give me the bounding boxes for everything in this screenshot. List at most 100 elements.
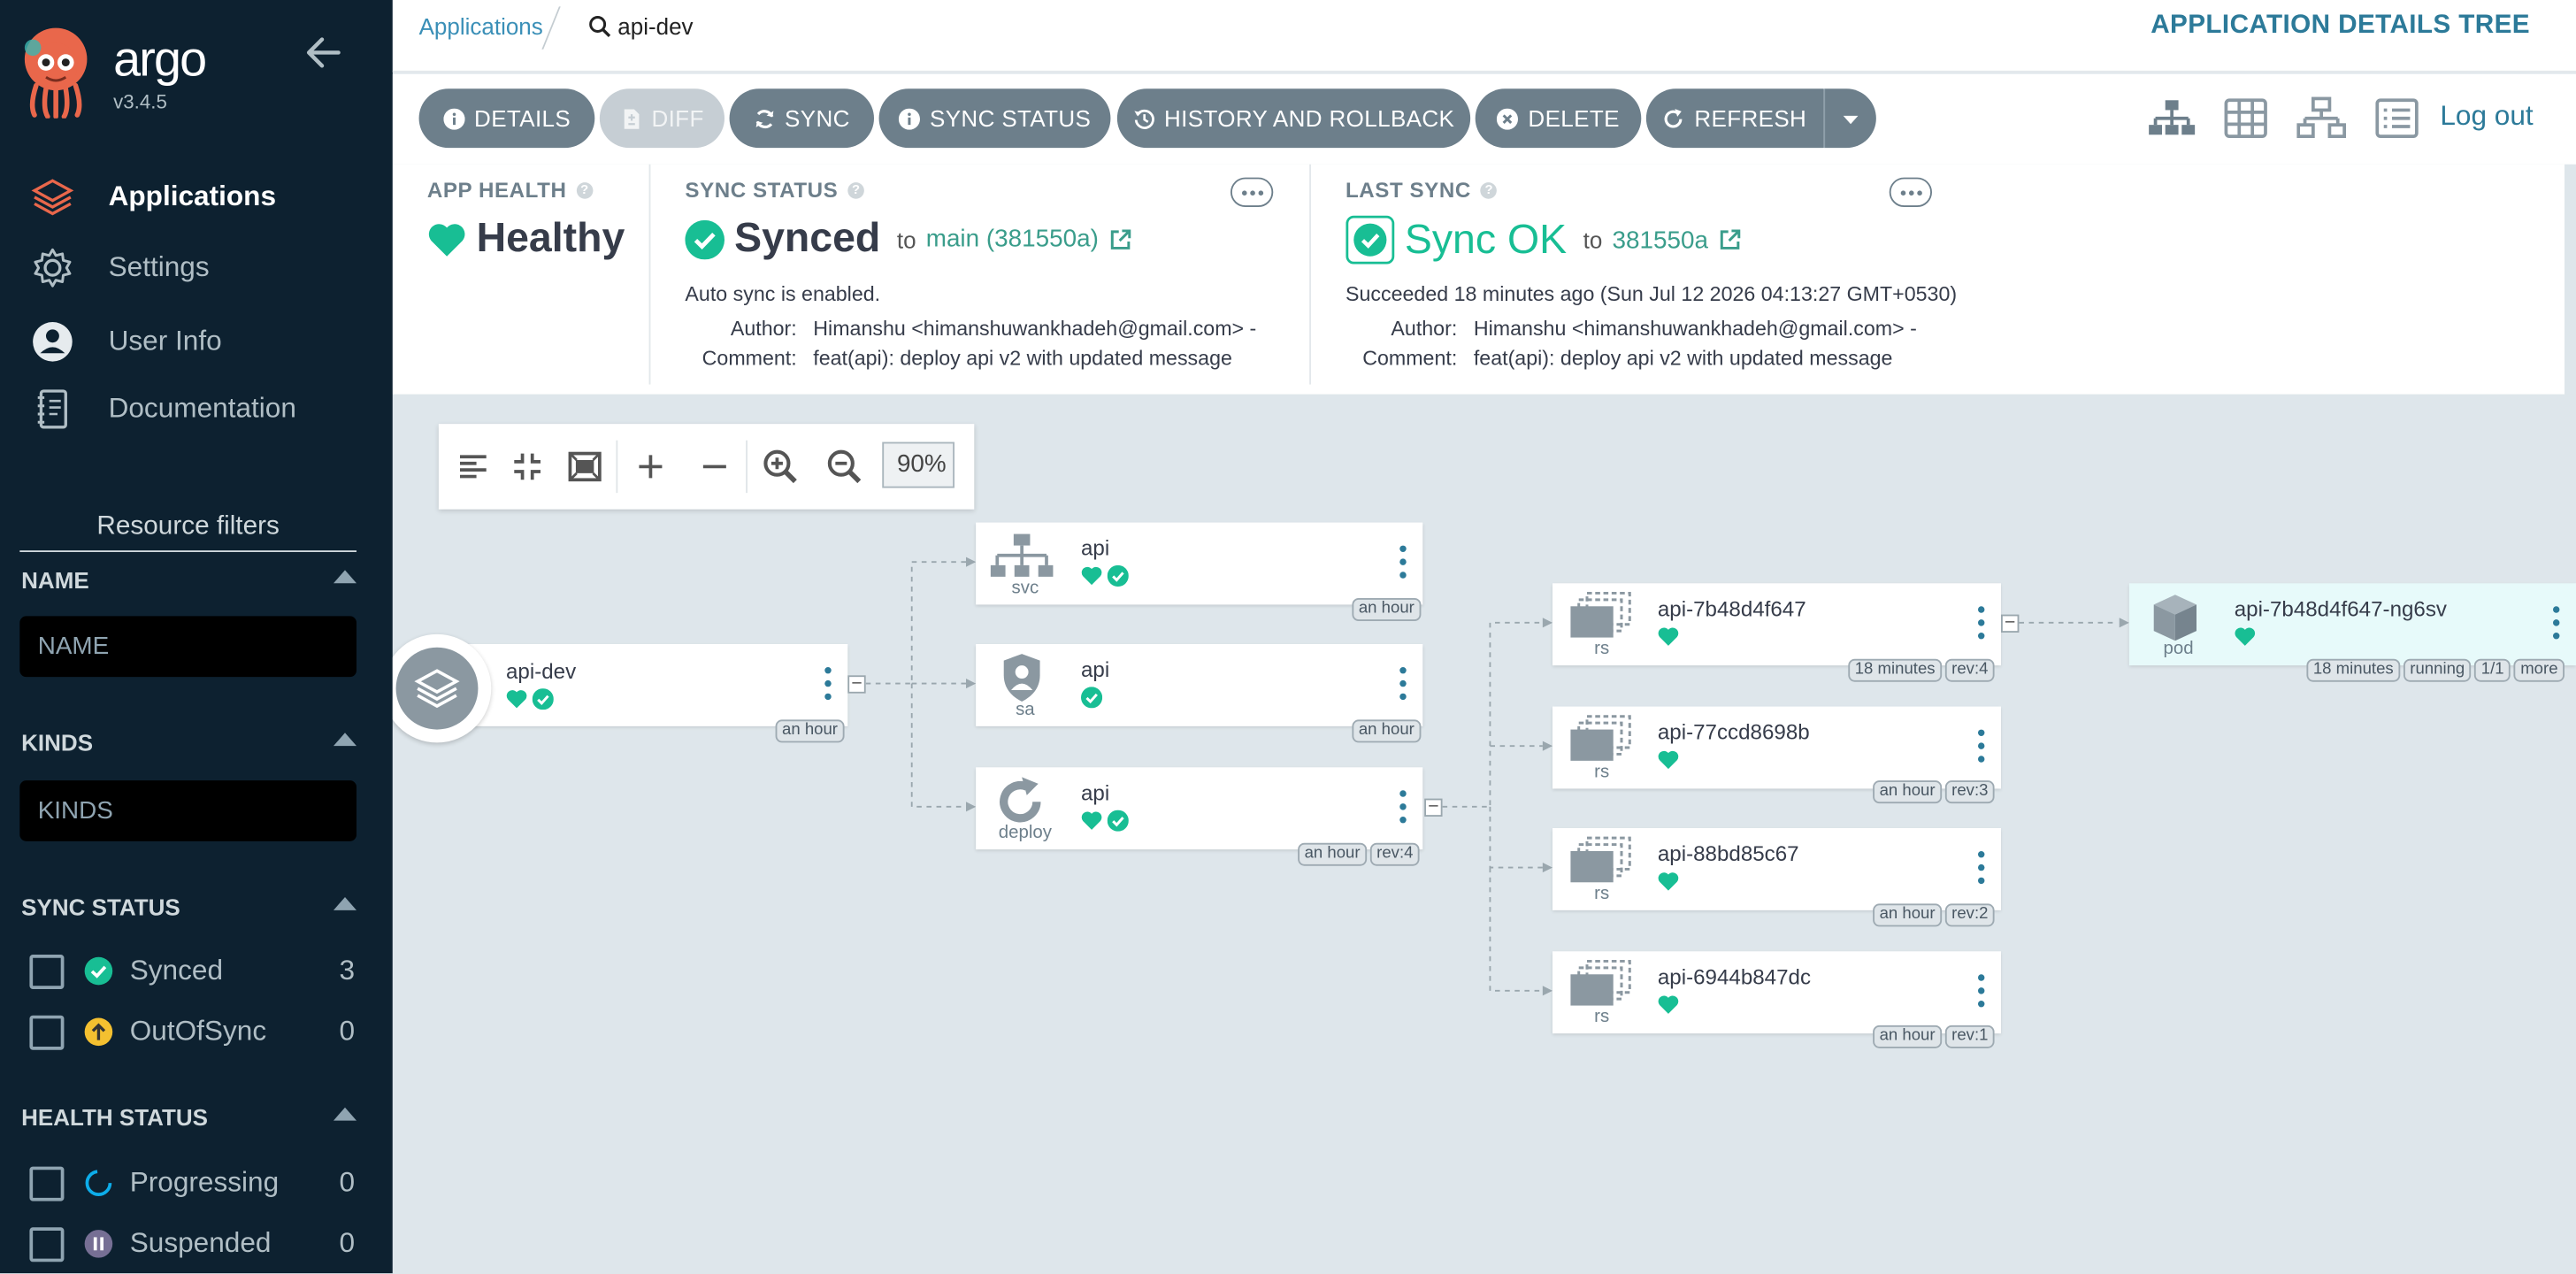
tree-view-icon[interactable] <box>2147 96 2196 142</box>
rs-node[interactable]: rs api-77ccd8698b <box>1552 706 2002 789</box>
delete-button[interactable]: DELETE <box>1475 88 1642 149</box>
breadcrumb-current[interactable]: api-dev <box>588 13 694 40</box>
svc-node[interactable]: svc api <box>976 522 1423 605</box>
rs-node-tags: an hour rev:1 <box>1873 1025 1995 1048</box>
synced-count: 3 <box>339 955 356 986</box>
filter-synced[interactable]: Synced 3 <box>29 951 355 991</box>
zoom-level-field[interactable]: 90% <box>882 441 955 488</box>
history-rollback-button[interactable]: HISTORY AND ROLLBACK <box>1116 88 1471 149</box>
name-filter-header[interactable]: NAME <box>21 567 360 596</box>
sync-revision-link[interactable]: main (381550a) <box>926 225 1099 253</box>
progressing-label: Progressing <box>129 1166 280 1198</box>
svc-node-menu-button[interactable] <box>1399 545 1407 579</box>
rs-node-menu-button[interactable] <box>1978 974 1985 1008</box>
rs-node[interactable]: rs api-7b48d4f647 <box>1552 583 2002 666</box>
kinds-filter-input[interactable] <box>19 780 357 841</box>
rs-node-status <box>1658 871 1679 892</box>
pod-node-name: api-7b48d4f647-ng6sv <box>2234 596 2448 622</box>
collapse-sidebar-arrow-icon[interactable] <box>305 36 341 69</box>
refresh-button[interactable]: REFRESH <box>1645 88 1824 149</box>
collapse-toggle[interactable]: – <box>2001 614 2020 633</box>
rs-node[interactable]: rs api-6944b847dc <box>1552 951 2002 1034</box>
filter-suspended[interactable]: Suspended 0 <box>29 1224 355 1264</box>
nav-documentation[interactable]: Documentation <box>29 385 374 434</box>
health-status-filter-header[interactable]: HEALTH STATUS <box>21 1104 360 1133</box>
rs-node-menu-button[interactable] <box>1978 606 1985 640</box>
logout-link[interactable]: Log out <box>2440 100 2533 133</box>
last-sync-more-button[interactable] <box>1889 177 1933 208</box>
auto-sync-note: Auto sync is enabled. <box>685 282 881 306</box>
sync-comment-value: feat(api): deploy api v2 with updated me… <box>813 346 1232 370</box>
list-view-icon[interactable] <box>2373 96 2422 142</box>
help-icon[interactable]: ? <box>847 181 865 198</box>
pod-node-age-tag: 18 minutes <box>2306 658 2401 682</box>
svc-node-age-tag: an hour <box>1352 598 1422 622</box>
pod-node[interactable]: pod api-7b48d4f647-ng6sv <box>2128 583 2576 666</box>
network-view-icon[interactable] <box>2296 96 2347 142</box>
pod-node-ready-tag: 1/1 <box>2474 658 2511 682</box>
help-icon[interactable]: ? <box>576 181 594 198</box>
fit-to-screen-icon[interactable] <box>564 445 606 487</box>
pod-node-more-tag[interactable]: more <box>2513 658 2564 682</box>
filter-outofsync[interactable]: OutOfSync 0 <box>29 1012 355 1052</box>
name-filter-input[interactable] <box>19 616 357 678</box>
zoom-out-icon[interactable] <box>823 445 865 487</box>
rs-node[interactable]: rs api-88bd85c67 <box>1552 828 2002 910</box>
argo-logo-icon[interactable] <box>19 27 92 119</box>
heart-icon <box>1658 750 1679 770</box>
last-sync-revision-link[interactable]: 381550a <box>1612 226 1707 254</box>
details-button[interactable]: DETAILS <box>418 88 595 149</box>
help-icon[interactable]: ? <box>1480 181 1498 198</box>
external-link-icon[interactable] <box>1718 228 1741 251</box>
diff-button[interactable]: DIFF <box>599 88 725 149</box>
refresh-dropdown-button[interactable] <box>1823 88 1876 149</box>
nav-settings[interactable]: Settings <box>29 243 374 293</box>
collapse-toggle[interactable]: – <box>847 674 866 694</box>
plus-icon[interactable] <box>629 445 671 487</box>
deploy-node-kind: deploy <box>998 823 1052 843</box>
nav-applications[interactable]: Applications <box>29 173 374 222</box>
sync-status-button[interactable]: SYNC STATUS <box>878 88 1111 149</box>
deploy-node[interactable]: deploy api <box>976 767 1423 850</box>
rs-node-age-tag: an hour <box>1873 1025 1942 1048</box>
grid-view-icon[interactable] <box>2221 96 2271 142</box>
heart-icon <box>1658 627 1679 646</box>
sync-status-more-button[interactable] <box>1230 177 1274 208</box>
app-node-menu-button[interactable] <box>824 667 832 701</box>
compress-icon[interactable] <box>506 445 548 487</box>
sync-button[interactable]: SYNC <box>729 88 875 149</box>
align-left-icon[interactable] <box>452 445 494 487</box>
deploy-node-menu-button[interactable] <box>1399 790 1407 824</box>
svc-node-tags: an hour <box>1352 598 1422 622</box>
zoom-in-icon[interactable] <box>759 445 801 487</box>
filter-progressing[interactable]: Progressing 0 <box>29 1163 355 1203</box>
sync-status-filter-header[interactable]: SYNC STATUS <box>21 894 360 923</box>
sa-node-age-tag: an hour <box>1352 719 1422 743</box>
sa-node-menu-button[interactable] <box>1399 667 1407 701</box>
outofsync-checkbox[interactable] <box>29 1014 65 1049</box>
external-link-icon[interactable] <box>1108 227 1131 250</box>
rs-node-menu-button[interactable] <box>1978 851 1985 885</box>
synced-checkbox[interactable] <box>29 954 65 989</box>
collapse-toggle[interactable]: – <box>1424 798 1443 817</box>
sync-author-key: Author: <box>730 317 797 341</box>
nav-user-info[interactable]: User Info <box>29 317 374 366</box>
sidebar: argo v3.4.5 Applications Settings User I… <box>0 0 393 1274</box>
rs-node-menu-button[interactable] <box>1978 729 1985 763</box>
minus-icon[interactable] <box>694 445 736 487</box>
progressing-checkbox[interactable] <box>29 1165 65 1201</box>
app-health-value: Healthy <box>476 215 625 262</box>
kinds-filter-header[interactable]: KINDS <box>21 730 360 759</box>
breadcrumb-applications-link[interactable]: Applications <box>419 13 543 40</box>
app-node-tags: an hour <box>775 719 845 743</box>
sa-node[interactable]: sa api <box>976 644 1423 726</box>
resource-tree-canvas[interactable]: 90% api-dev an hour – svc api an hour sa… <box>392 394 2576 1274</box>
graph-zoom-toolbar: 90% <box>438 424 975 510</box>
pod-node-menu-button[interactable] <box>2553 606 2560 640</box>
progressing-count: 0 <box>339 1166 356 1198</box>
heart-icon <box>1658 872 1679 891</box>
version-label: v3.4.5 <box>113 90 167 114</box>
heart-icon <box>1081 811 1102 830</box>
suspended-checkbox[interactable] <box>29 1226 65 1262</box>
synced-label: Synced <box>129 955 224 986</box>
